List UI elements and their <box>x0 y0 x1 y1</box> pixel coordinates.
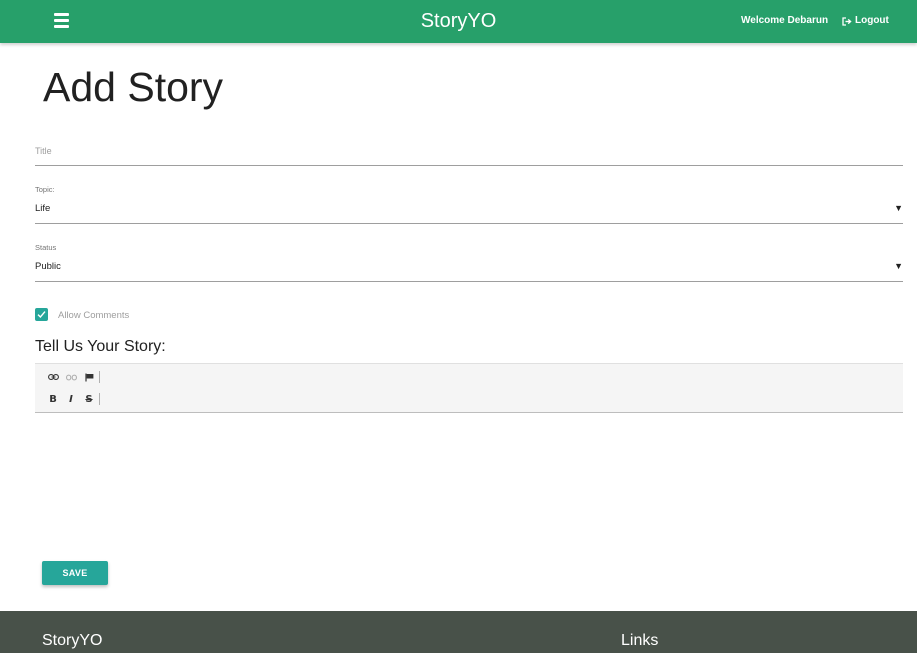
page-title: Add Story <box>43 64 224 110</box>
welcome-text: Welcome Debarun <box>741 15 829 26</box>
editor-toolbar-row <box>44 370 100 384</box>
story-heading: Tell Us Your Story: <box>35 338 166 355</box>
footer: StoryYO Links <box>0 611 917 653</box>
brand-logo[interactable]: StoryYO <box>421 10 497 32</box>
link-icon[interactable] <box>44 370 62 384</box>
topic-label: Topic: <box>35 185 55 194</box>
caret-down-icon: ▼ <box>894 261 903 271</box>
allow-comments-checkbox[interactable] <box>35 308 48 321</box>
save-button[interactable]: SAVE <box>42 561 108 585</box>
footer-brand: StoryYO <box>42 632 103 649</box>
logout-label: Logout <box>855 15 889 26</box>
toolbar-separator <box>99 371 100 383</box>
italic-button[interactable]: I <box>62 392 80 406</box>
strikethrough-button[interactable]: S <box>80 392 98 406</box>
unlink-icon[interactable] <box>62 370 80 384</box>
caret-down-icon: ▼ <box>894 203 903 213</box>
sign-out-icon <box>842 16 852 26</box>
story-editor[interactable]: B I S <box>35 363 903 413</box>
footer-links-heading: Links <box>621 632 659 649</box>
title-placeholder: Title <box>35 146 52 156</box>
topic-select[interactable]: Topic: Life ▼ <box>35 182 903 224</box>
anchor-flag-icon[interactable] <box>80 370 98 384</box>
logout-link[interactable]: Logout <box>842 15 889 27</box>
bold-button[interactable]: B <box>44 392 62 406</box>
title-field[interactable]: Title <box>35 138 903 166</box>
navbar: StoryYO Welcome Debarun Logout <box>0 0 917 43</box>
status-select[interactable]: Status Public ▼ <box>35 240 903 282</box>
topic-value: Life <box>35 203 51 214</box>
status-value: Public <box>35 261 61 272</box>
status-label: Status <box>35 243 57 252</box>
allow-comments-label: Allow Comments <box>58 310 130 321</box>
toolbar-separator <box>99 393 100 405</box>
check-icon <box>37 311 46 319</box>
editor-toolbar-row: B I S <box>44 392 100 406</box>
